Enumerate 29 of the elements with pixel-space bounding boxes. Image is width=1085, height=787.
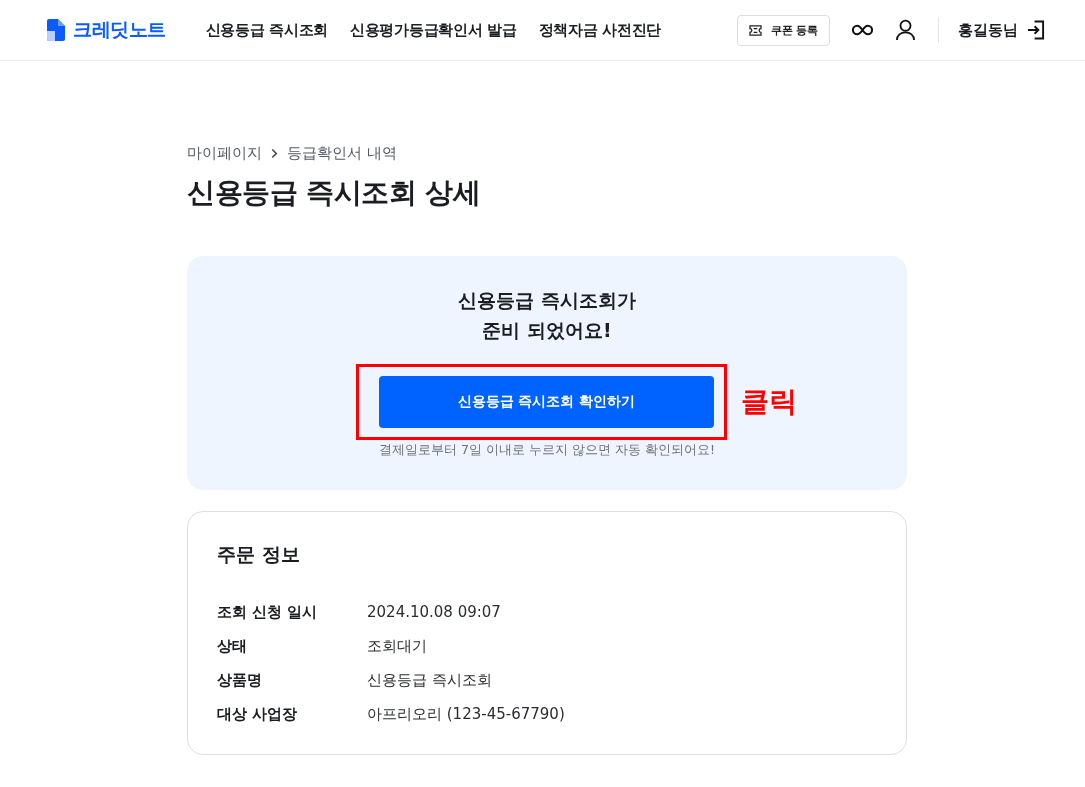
field-value: 조회대기 — [367, 636, 427, 656]
field-label: 상태 — [217, 636, 248, 656]
section-title: 주문 정보 — [217, 542, 301, 567]
notice-message: 신용등급 즉시조회가 준비 되었어요! — [458, 288, 636, 343]
annotation-label: 클릭 — [741, 384, 797, 420]
field-value: 2024.10.08 09:07 — [367, 603, 501, 621]
nav-link[interactable]: 정책자금 사전진단 — [538, 20, 662, 40]
logo-text: 크레딧노트 — [73, 17, 166, 42]
login-icon — [1027, 20, 1045, 40]
logo-link[interactable]: 크레딧노트 — [47, 17, 166, 43]
field-label: 조회 신청 일시 — [217, 602, 319, 622]
field-label: 상품명 — [217, 670, 263, 690]
nav-link[interactable]: 신용등급 즉시조회 — [205, 20, 329, 40]
chevron-right-icon — [271, 147, 278, 159]
breadcrumb-link[interactable]: 등급확인서 내역 — [287, 142, 397, 164]
confirm-button[interactable]: 신용등급 즉시조회 확인하기 — [379, 376, 714, 428]
coupon-button[interactable]: 쿠폰 등록 — [737, 14, 830, 46]
field-value: 신용등급 즉시조회 — [367, 670, 492, 690]
ticket-icon — [748, 24, 762, 36]
user-icon[interactable] — [896, 19, 915, 41]
nav-link[interactable]: 신용평가등급확인서 발급 — [350, 20, 517, 40]
field-label: 대상 사업장 — [217, 704, 299, 724]
notice-note: 결제일로부터 7일 이내로 누르지 않으면 자동 확인되어요! — [379, 441, 715, 459]
document-logo-icon — [47, 19, 67, 41]
page-title: 신용등급 즉시조회 상세 — [187, 175, 482, 211]
user-name-link[interactable]: 홍길동님 — [958, 20, 1045, 40]
breadcrumb-link[interactable]: 마이페이지 — [187, 142, 262, 164]
field-value: 아프리오리 (123-45-67790) — [367, 704, 565, 724]
infinity-icon[interactable] — [852, 24, 873, 36]
